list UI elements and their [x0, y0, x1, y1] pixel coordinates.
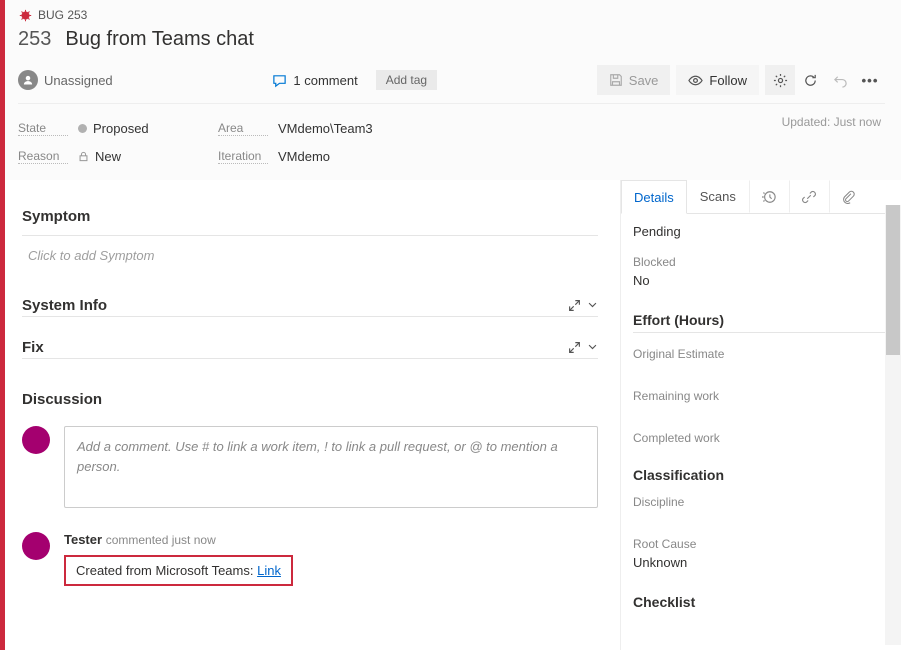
comments-count: 1 comment	[293, 73, 357, 88]
comment-content: Created from Microsoft Teams: Link	[64, 555, 293, 586]
eye-icon	[688, 73, 703, 88]
follow-label: Follow	[709, 73, 747, 88]
area-value[interactable]: VMdemo\Team3	[278, 121, 373, 136]
expand-icon[interactable]	[568, 299, 581, 312]
tab-attachments[interactable]	[829, 180, 869, 213]
fix-row[interactable]: Fix	[22, 335, 598, 359]
refresh-icon	[803, 73, 818, 88]
work-item-id: 253	[18, 28, 51, 51]
work-item-title[interactable]: Bug from Teams chat	[65, 28, 254, 51]
breadcrumb-label[interactable]: BUG 253	[38, 8, 87, 22]
blocked-label: Blocked	[633, 241, 885, 269]
bug-color-bar	[0, 0, 5, 650]
toolbar-row: Unassigned 1 comment Add tag Save Follow	[18, 61, 885, 104]
orig-estimate-label[interactable]: Original Estimate	[633, 333, 885, 361]
main-column: Symptom Click to add Symptom System Info…	[0, 180, 620, 650]
save-icon	[609, 73, 623, 87]
tab-strip: Details Scans	[621, 180, 901, 214]
undo-button[interactable]	[825, 65, 855, 95]
save-button[interactable]: Save	[597, 65, 671, 95]
link-icon	[802, 190, 816, 204]
checklist-header: Checklist	[633, 572, 885, 614]
avatar	[22, 426, 50, 454]
tab-links[interactable]	[789, 180, 829, 213]
title-row: 253 Bug from Teams chat	[18, 26, 885, 61]
comment-text: Created from Microsoft Teams:	[76, 563, 257, 578]
more-actions-button[interactable]: •••	[855, 65, 885, 95]
discussion-header: Discussion	[22, 377, 598, 414]
teams-link[interactable]: Link	[257, 563, 281, 578]
person-icon	[18, 70, 38, 90]
assignee-picker[interactable]: Unassigned	[18, 70, 113, 90]
comment-icon	[272, 73, 287, 88]
discipline-label[interactable]: Discipline	[633, 487, 885, 509]
root-cause-label: Root Cause	[633, 509, 885, 551]
assignee-label: Unassigned	[44, 73, 113, 88]
comment-input[interactable]: Add a comment. Use # to link a work item…	[64, 426, 598, 508]
comment-item: Tester commented just now Created from M…	[22, 532, 598, 586]
avatar	[22, 532, 50, 560]
remaining-label[interactable]: Remaining work	[633, 361, 885, 403]
side-panel-scroll[interactable]: Pending Blocked No Effort (Hours) Origin…	[621, 214, 901, 650]
tab-scans[interactable]: Scans	[687, 180, 749, 213]
classification-header: Classification	[633, 445, 885, 487]
add-tag-button[interactable]: Add tag	[376, 70, 437, 90]
body-content: Symptom Click to add Symptom System Info…	[0, 180, 901, 650]
comments-link[interactable]: 1 comment	[272, 73, 357, 88]
more-icon: •••	[862, 73, 879, 88]
meta-fields-row: State Proposed Reason New Area VMdemo\Te…	[18, 104, 885, 180]
toolbar-actions: Save Follow •••	[597, 65, 885, 95]
reason-label: Reason	[18, 149, 68, 164]
work-item-header: BUG 253 253 Bug from Teams chat Unassign…	[0, 0, 901, 180]
state-label: State	[18, 121, 68, 136]
chevron-down-icon[interactable]	[587, 299, 598, 310]
tab-details[interactable]: Details	[621, 180, 687, 214]
settings-button[interactable]	[765, 65, 795, 95]
save-label: Save	[629, 73, 659, 88]
history-icon	[762, 190, 776, 204]
fix-header: Fix	[22, 339, 44, 356]
refresh-button[interactable]	[795, 65, 825, 95]
follow-button[interactable]: Follow	[676, 65, 759, 95]
effort-header: Effort (Hours)	[633, 290, 885, 333]
attachment-icon	[842, 190, 855, 204]
reason-value[interactable]: New	[78, 149, 121, 164]
bug-icon	[18, 8, 32, 22]
iteration-label: Iteration	[218, 149, 268, 164]
symptom-input[interactable]: Click to add Symptom	[22, 236, 598, 275]
symptom-header: Symptom	[22, 194, 598, 231]
root-cause-value[interactable]: Unknown	[633, 551, 885, 572]
iteration-value[interactable]: VMdemo	[278, 149, 330, 164]
area-label: Area	[218, 121, 268, 136]
expand-icon[interactable]	[568, 341, 581, 354]
gear-icon	[773, 73, 788, 88]
side-column: Details Scans Pending Blocked No Effort …	[620, 180, 901, 650]
lock-icon	[78, 151, 89, 162]
tab-history[interactable]	[749, 180, 789, 213]
state-dot-icon	[78, 124, 87, 133]
scrollbar-thumb[interactable]	[886, 205, 900, 355]
completed-label[interactable]: Completed work	[633, 403, 885, 445]
comment-time: commented just now	[106, 533, 216, 547]
breadcrumb: BUG 253	[18, 8, 885, 26]
updated-label: Updated: Just now	[782, 115, 885, 129]
undo-icon	[833, 73, 848, 88]
blocked-value[interactable]: No	[633, 269, 885, 290]
chevron-down-icon[interactable]	[587, 341, 598, 352]
system-info-header: System Info	[22, 297, 107, 314]
discussion-section: Discussion Add a comment. Use # to link …	[22, 377, 598, 586]
state-value[interactable]: Proposed	[78, 121, 149, 136]
pending-value: Pending	[633, 218, 885, 241]
system-info-row[interactable]: System Info	[22, 293, 598, 317]
comment-author: Tester	[64, 532, 102, 547]
